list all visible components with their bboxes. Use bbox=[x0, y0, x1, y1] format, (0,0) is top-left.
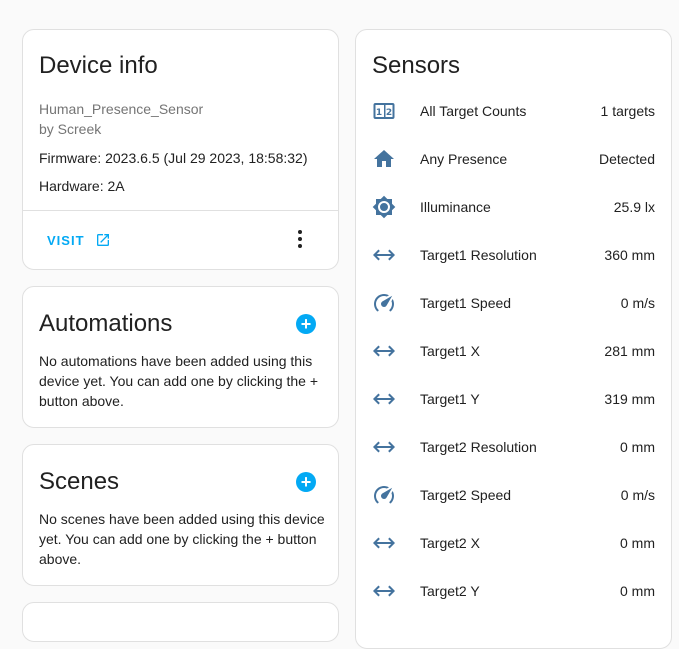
add-scene-button[interactable]: + bbox=[296, 472, 316, 492]
sensor-row[interactable]: Target2 Speed 0 m/s bbox=[356, 471, 671, 519]
visit-label: VISIT bbox=[47, 232, 85, 248]
sensor-row[interactable]: Target2 Y 0 mm bbox=[356, 567, 671, 615]
plus-icon: + bbox=[300, 472, 312, 492]
device-model: Human_Presence_Sensor bbox=[39, 101, 204, 117]
card-divider bbox=[23, 210, 338, 211]
device-hardware: Hardware: 2A bbox=[39, 178, 125, 194]
sensor-value: Detected bbox=[598, 151, 655, 167]
arrow-left-right-icon bbox=[372, 387, 396, 411]
speedometer-icon bbox=[372, 291, 396, 315]
sensor-value: 0 mm bbox=[620, 583, 655, 599]
sensors-card: Sensors 1 2 All Target Counts 1 targets Any … bbox=[355, 29, 672, 649]
speedometer-icon bbox=[372, 483, 396, 507]
arrow-left-right-icon bbox=[372, 435, 396, 459]
arrow-left-right-icon bbox=[372, 339, 396, 363]
sensor-value: 1 targets bbox=[600, 103, 655, 119]
next-card bbox=[22, 602, 339, 642]
arrow-left-right-icon bbox=[372, 243, 396, 267]
sensor-name: Target2 Resolution bbox=[420, 439, 537, 455]
svg-text:2: 2 bbox=[386, 108, 392, 118]
device-info-card: Device info Human_Presence_Sensor by Scr… bbox=[22, 29, 339, 270]
sensor-row[interactable]: Target1 Speed 0 m/s bbox=[356, 279, 671, 327]
sensor-value: 360 mm bbox=[604, 247, 655, 263]
sensor-row[interactable]: Illuminance 25.9 lx bbox=[356, 183, 671, 231]
sensor-name: Target1 X bbox=[420, 343, 480, 359]
device-info-title: Device info bbox=[39, 52, 158, 79]
sensor-row[interactable]: 1 2 All Target Counts 1 targets bbox=[356, 87, 671, 135]
counter-icon: 12 bbox=[372, 99, 396, 123]
sensor-row[interactable]: Target1 Resolution 360 mm bbox=[356, 231, 671, 279]
brightness-icon bbox=[372, 195, 396, 219]
scenes-empty-message: No scenes have been added using this dev… bbox=[39, 511, 325, 567]
sensor-name: Target2 Y bbox=[420, 583, 480, 599]
more-options-icon[interactable] bbox=[298, 230, 304, 251]
sensors-title: Sensors bbox=[372, 52, 461, 79]
sensor-name: Target2 X bbox=[420, 535, 480, 551]
sensor-value: 25.9 lx bbox=[613, 199, 655, 215]
automations-card: Automations + No automations have been a… bbox=[22, 286, 339, 428]
sensor-value: 0 m/s bbox=[620, 295, 655, 311]
sensor-row[interactable]: Target1 Y 319 mm bbox=[356, 375, 671, 423]
plus-icon: + bbox=[300, 314, 312, 334]
device-manufacturer: by Screek bbox=[39, 121, 102, 137]
device-firmware: Firmware: 2023.6.5 (Jul 29 2023, 18:58:3… bbox=[39, 150, 308, 166]
automations-title: Automations bbox=[39, 310, 173, 337]
sensor-value: 281 mm bbox=[604, 343, 655, 359]
sensor-value: 0 mm bbox=[620, 535, 655, 551]
arrow-left-right-icon bbox=[372, 579, 396, 603]
sensor-value: 0 m/s bbox=[620, 487, 655, 503]
sensor-name: Illuminance bbox=[420, 199, 491, 215]
sensor-row[interactable]: Target2 X 0 mm bbox=[356, 519, 671, 567]
sensor-row[interactable]: Target2 Resolution 0 mm bbox=[356, 423, 671, 471]
automations-empty-message: No automations have been added using thi… bbox=[39, 353, 319, 409]
scenes-title: Scenes bbox=[39, 468, 120, 495]
visit-button[interactable]: VISIT bbox=[47, 232, 111, 248]
sensor-row[interactable]: Any Presence Detected bbox=[356, 135, 671, 183]
scenes-card: Scenes + No scenes have been added using… bbox=[22, 444, 339, 586]
sensor-name: Target1 Resolution bbox=[420, 247, 537, 263]
svg-text:1: 1 bbox=[376, 108, 382, 118]
open-in-new-icon bbox=[95, 232, 111, 248]
sensor-value: 319 mm bbox=[604, 391, 655, 407]
sensor-name: All Target Counts bbox=[420, 103, 527, 119]
sensor-name: Target1 Speed bbox=[420, 295, 512, 311]
sensor-name: Target2 Speed bbox=[420, 487, 512, 503]
sensor-value: 0 mm bbox=[620, 439, 655, 455]
arrow-left-right-icon bbox=[372, 531, 396, 555]
home-icon bbox=[372, 147, 396, 171]
sensor-name: Target1 Y bbox=[420, 391, 480, 407]
sensor-row[interactable]: Target1 X 281 mm bbox=[356, 327, 671, 375]
add-automation-button[interactable]: + bbox=[296, 314, 316, 334]
sensor-name: Any Presence bbox=[420, 151, 508, 167]
